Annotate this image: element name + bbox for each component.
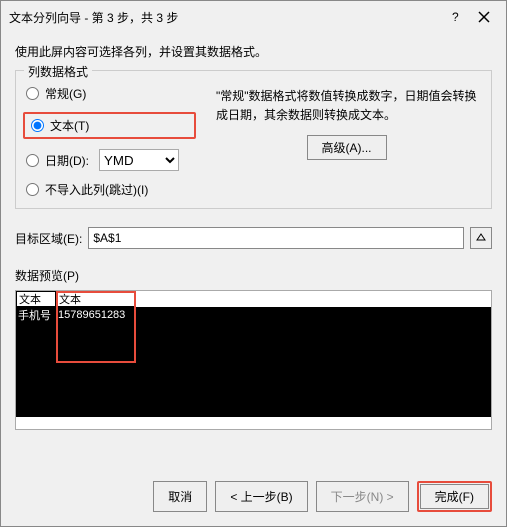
- radio-text[interactable]: 文本(T): [31, 117, 89, 134]
- date-format-select[interactable]: YMD: [99, 149, 179, 171]
- preview-cell-1-2: 15789651283: [56, 307, 136, 323]
- radio-general-label: 常规(G): [45, 85, 86, 102]
- group-title: 列数据格式: [24, 63, 92, 80]
- dialog-title: 文本分列向导 - 第 3 步，共 3 步: [9, 9, 442, 26]
- destination-label: 目标区域(E):: [15, 230, 82, 247]
- radio-date-label: 日期(D):: [45, 152, 89, 169]
- radio-date[interactable]: 日期(D): YMD: [26, 149, 196, 171]
- back-button[interactable]: < 上一步(B): [215, 481, 307, 512]
- radio-skip-label: 不导入此列(跳过)(I): [45, 181, 148, 198]
- preview-header-1: 文本: [16, 291, 56, 307]
- preview-label: 数据预览(P): [15, 267, 492, 284]
- advanced-button[interactable]: 高级(A)...: [307, 135, 387, 160]
- format-description: "常规"数据格式将数值转换成数字，日期值会转换成日期，其余数据则转换成文本。: [216, 87, 477, 125]
- radio-skip[interactable]: 不导入此列(跳过)(I): [26, 181, 196, 198]
- radio-text-label: 文本(T): [50, 117, 89, 134]
- next-button: 下一步(N) >: [316, 481, 409, 512]
- instruction-text: 使用此屏内容可选择各列，并设置其数据格式。: [15, 43, 492, 60]
- cancel-button[interactable]: 取消: [153, 481, 207, 512]
- range-picker-button[interactable]: [470, 227, 492, 249]
- close-button[interactable]: [470, 7, 498, 27]
- help-button[interactable]: ?: [442, 7, 470, 27]
- svg-text:?: ?: [452, 11, 459, 23]
- up-arrow-icon: [476, 233, 486, 243]
- finish-button[interactable]: 完成(F): [420, 484, 489, 509]
- destination-input[interactable]: [88, 227, 464, 249]
- preview-area[interactable]: 文本 文本 手机号 15789651283: [15, 290, 492, 430]
- preview-cell-1-1: 手机号: [16, 307, 56, 323]
- preview-header-2: 文本: [56, 291, 136, 307]
- radio-general[interactable]: 常规(G): [26, 85, 196, 102]
